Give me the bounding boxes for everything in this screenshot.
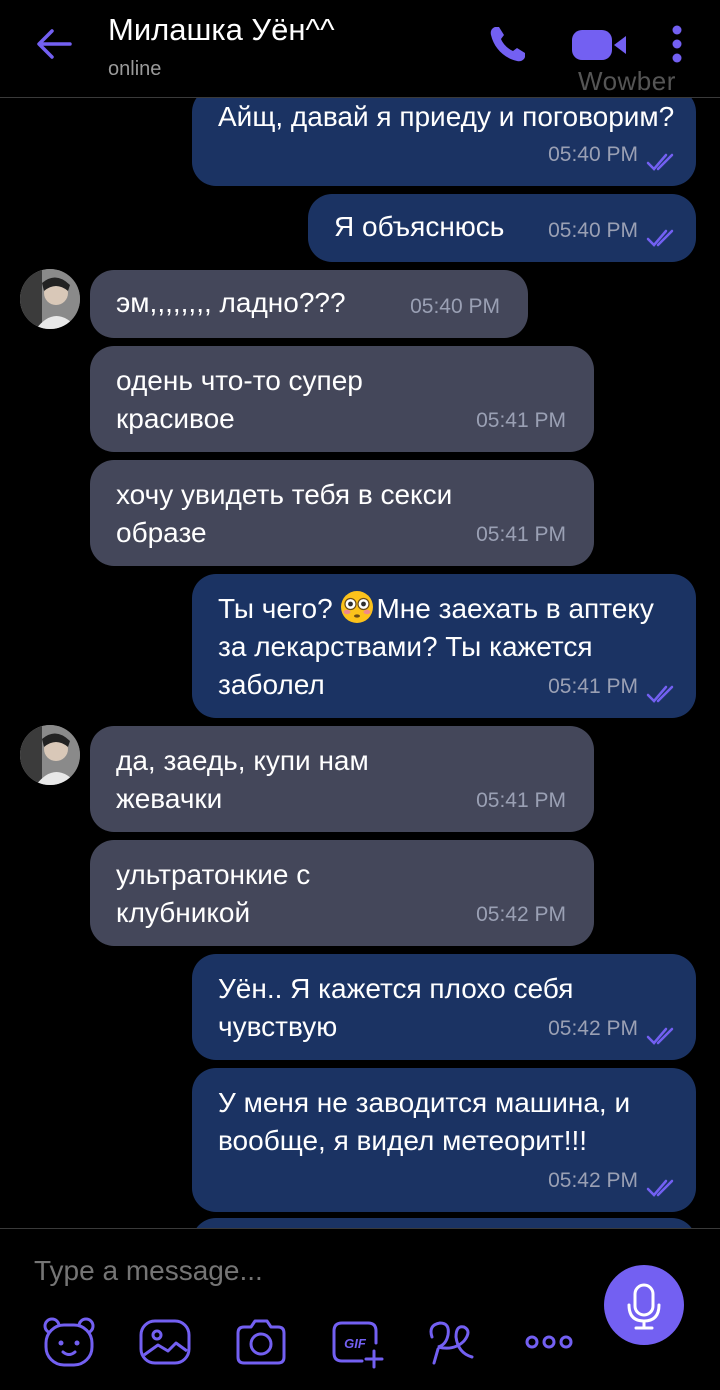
message-incoming[interactable]: эм,,,,,,,, ладно??? 05:40 PM — [90, 270, 528, 338]
read-ticks-icon — [646, 1027, 674, 1045]
chat-header: Милашка Уён^^ online Wowber — [0, 0, 720, 98]
message-time: 05:41 PM — [476, 523, 566, 546]
voice-message-button[interactable] — [604, 1265, 684, 1345]
message-time: 05:40 PM — [410, 295, 500, 318]
contact-name[interactable]: Милашка Уён^^ — [108, 12, 335, 48]
flushed-face-emoji-icon — [341, 591, 374, 623]
read-ticks-icon — [646, 229, 674, 247]
video-call-icon[interactable] — [570, 22, 630, 66]
doodle-icon[interactable] — [424, 1313, 482, 1371]
more-attachments-icon[interactable] — [520, 1313, 578, 1371]
gif-icon[interactable]: GIF — [328, 1313, 386, 1371]
gallery-icon[interactable] — [136, 1313, 194, 1371]
back-arrow-icon[interactable] — [34, 24, 74, 64]
watermark: Wowber — [578, 66, 676, 96]
contact-avatar[interactable] — [20, 269, 80, 329]
message-text: да, заедь, купи нам жевачки — [116, 745, 369, 814]
camera-icon[interactable] — [232, 1313, 290, 1371]
message-time: 05:42 PM — [548, 1017, 638, 1040]
read-ticks-icon — [646, 685, 674, 703]
message-time: 05:42 PM — [476, 903, 566, 926]
message-list[interactable]: Айщ, давай я приеду и поговорим? 05:40 P… — [0, 98, 720, 1228]
message-text: ультратонкие с клубникой — [116, 859, 311, 928]
message-time: 05:42 PM — [548, 1169, 638, 1192]
sticker-bear-icon[interactable] — [40, 1313, 98, 1371]
message-time: 05:40 PM — [548, 219, 638, 242]
read-ticks-icon — [646, 1179, 674, 1197]
message-outgoing[interactable]: Ты чего? Мне заехать в аптеку за лекарст… — [192, 574, 696, 718]
message-incoming[interactable]: одень что-то супер красивое 05:41 PM — [90, 346, 594, 452]
message-time: 05:41 PM — [476, 789, 566, 812]
svg-text:GIF: GIF — [344, 1336, 367, 1351]
message-text: Айщ, давай я приеду и поговорим? — [218, 101, 675, 132]
message-time: 05:40 PM — [548, 143, 638, 166]
message-composer: GIF — [0, 1228, 720, 1390]
read-ticks-icon — [646, 153, 674, 171]
contact-status: online — [108, 58, 162, 80]
message-time: 05:41 PM — [476, 409, 566, 432]
message-text: одень что-то супер красивое — [116, 365, 363, 434]
message-outgoing[interactable]: Я объяснюсь 05:40 PM — [308, 194, 696, 262]
contact-avatar[interactable] — [20, 725, 80, 785]
message-time: 05:41 PM — [548, 675, 638, 698]
message-text: хочу увидеть тебя в секси образе — [116, 479, 453, 548]
message-outgoing[interactable]: Уён.. Я кажется плохо себя чувствую 05:4… — [192, 954, 696, 1060]
message-incoming[interactable]: да, заедь, купи нам жевачки 05:41 PM — [90, 726, 594, 832]
message-outgoing[interactable]: У меня не заводится машина, и вообще, я … — [192, 1068, 696, 1212]
message-outgoing-partial[interactable] — [192, 1218, 696, 1228]
message-incoming[interactable]: хочу увидеть тебя в секси образе 05:41 P… — [90, 460, 594, 566]
phone-call-icon[interactable] — [486, 22, 530, 66]
message-text-part: Ты чего? — [218, 593, 341, 624]
message-outgoing[interactable]: Айщ, давай я приеду и поговорим? 05:40 P… — [192, 98, 696, 186]
more-options-icon[interactable] — [662, 22, 692, 66]
message-input[interactable] — [34, 1249, 554, 1293]
message-text: У меня не заводится машина, и вообще, я … — [218, 1087, 631, 1156]
message-incoming[interactable]: ультратонкие с клубникой 05:42 PM — [90, 840, 594, 946]
microphone-icon — [627, 1283, 661, 1330]
